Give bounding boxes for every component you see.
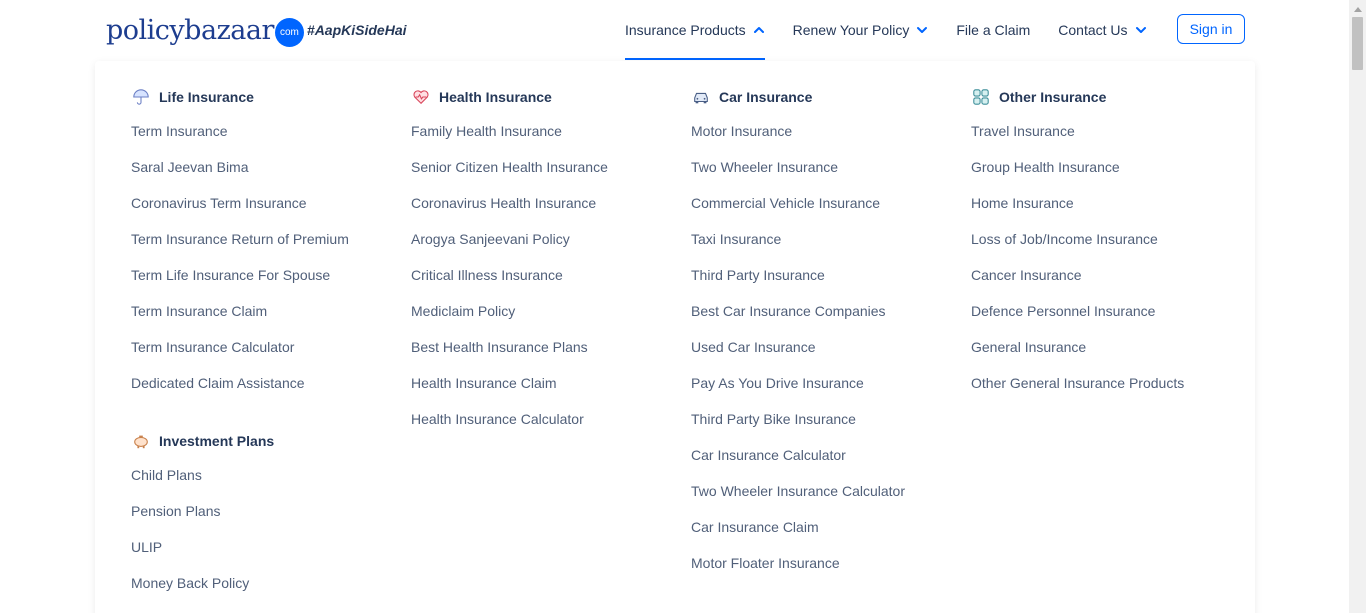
menu-link[interactable]: Motor Floater Insurance <box>691 545 961 581</box>
insurance-products-menu: Life Insurance Term Insurance Saral Jeeva… <box>95 61 1255 613</box>
heart-pulse-icon <box>411 87 431 107</box>
menu-link[interactable]: Cancer Insurance <box>971 257 1241 293</box>
page-scrollbar[interactable] <box>1349 0 1366 613</box>
menu-link[interactable]: Senior Citizen Health Insurance <box>411 149 681 185</box>
menu-column-other: Other Insurance Travel Insurance Group He… <box>971 61 1241 401</box>
menu-link[interactable]: Group Health Insurance <box>971 149 1241 185</box>
menu-link[interactable]: Coronavirus Health Insurance <box>411 185 681 221</box>
menu-link[interactable]: Term Insurance Calculator <box>131 329 401 365</box>
nav-contact-us[interactable]: Contact Us <box>1058 0 1146 60</box>
menu-link[interactable]: Taxi Insurance <box>691 221 961 257</box>
menu-link[interactable]: Coronavirus Term Insurance <box>131 185 401 221</box>
brand-suffix-badge: com <box>274 17 304 47</box>
nav-insurance-products[interactable]: Insurance Products <box>625 0 765 60</box>
grid-icon <box>971 87 991 107</box>
menu-link[interactable]: Term Insurance <box>131 113 401 149</box>
menu-link[interactable]: Commercial Vehicle Insurance <box>691 185 961 221</box>
car-icon <box>691 87 711 107</box>
menu-link[interactable]: Pension Plans <box>131 493 401 529</box>
menu-link[interactable]: Health Insurance Claim <box>411 365 681 401</box>
health-links-list: Family Health Insurance Senior Citizen He… <box>411 113 681 437</box>
menu-link[interactable]: General Insurance <box>971 329 1241 365</box>
chevron-down-icon <box>916 24 928 36</box>
scrollbar-thumb[interactable] <box>1352 17 1363 70</box>
piggy-bank-icon <box>131 431 151 451</box>
menu-column-car: Car Insurance Motor Insurance Two Wheeler… <box>691 61 961 581</box>
menu-link[interactable]: ULIP <box>131 529 401 565</box>
menu-link[interactable]: Car Insurance Claim <box>691 509 961 545</box>
menu-link[interactable]: Dedicated Claim Assistance <box>131 365 401 401</box>
menu-link[interactable]: Loss of Job/Income Insurance <box>971 221 1241 257</box>
menu-link[interactable]: Two Wheeler Insurance Calculator <box>691 473 961 509</box>
menu-link[interactable]: Travel Insurance <box>971 113 1241 149</box>
menu-link[interactable]: Health Insurance Calculator <box>411 401 681 437</box>
brand-name: policybazaar <box>106 14 274 46</box>
nav-renew-policy[interactable]: Renew Your Policy <box>793 0 929 60</box>
menu-link[interactable]: Third Party Insurance <box>691 257 961 293</box>
menu-column-life: Life Insurance Term Insurance Saral Jeeva… <box>131 61 401 601</box>
group-title: Other Insurance <box>999 89 1107 105</box>
menu-link[interactable]: Best Car Insurance Companies <box>691 293 961 329</box>
menu-column-health: Health Insurance Family Health Insurance… <box>411 61 681 437</box>
menu-link[interactable]: Critical Illness Insurance <box>411 257 681 293</box>
car-links-list: Motor Insurance Two Wheeler Insurance Comm… <box>691 113 961 581</box>
chevron-up-icon <box>753 24 765 36</box>
menu-link[interactable]: Saral Jeevan Bima <box>131 149 401 185</box>
group-heading-investment-plans[interactable]: Investment Plans <box>131 431 401 451</box>
nav-label: File a Claim <box>956 22 1031 38</box>
menu-link[interactable]: Term Insurance Return of Premium <box>131 221 401 257</box>
nav-label: Insurance Products <box>625 22 746 38</box>
menu-link[interactable]: Home Insurance <box>971 185 1241 221</box>
group-title: Investment Plans <box>159 433 275 449</box>
group-title: Life Insurance <box>159 89 254 105</box>
main-nav: Insurance Products Renew Your Policy Fil… <box>625 0 1175 60</box>
nav-file-claim[interactable]: File a Claim <box>956 0 1030 60</box>
menu-link[interactable]: Third Party Bike Insurance <box>691 401 961 437</box>
group-title: Health Insurance <box>439 89 552 105</box>
menu-link[interactable]: Money Back Policy <box>131 565 401 601</box>
other-links-list: Travel Insurance Group Health Insurance Ho… <box>971 113 1241 401</box>
group-title: Car Insurance <box>719 89 813 105</box>
group-heading-life-insurance[interactable]: Life Insurance <box>131 87 401 107</box>
menu-link[interactable]: Two Wheeler Insurance <box>691 149 961 185</box>
menu-link[interactable]: Child Plans <box>131 457 401 493</box>
group-heading-other-insurance[interactable]: Other Insurance <box>971 87 1241 107</box>
chevron-down-icon <box>1135 24 1147 36</box>
menu-link[interactable]: Best Health Insurance Plans <box>411 329 681 365</box>
menu-link[interactable]: Other General Insurance Products <box>971 365 1241 401</box>
group-heading-car-insurance[interactable]: Car Insurance <box>691 87 961 107</box>
scroll-up-arrow-icon[interactable] <box>1349 0 1366 17</box>
menu-link[interactable]: Car Insurance Calculator <box>691 437 961 473</box>
menu-link[interactable]: Mediclaim Policy <box>411 293 681 329</box>
menu-link[interactable]: Motor Insurance <box>691 113 961 149</box>
menu-link[interactable]: Term Insurance Claim <box>131 293 401 329</box>
brand-tagline: #AapKiSideHai <box>306 22 407 38</box>
menu-link[interactable]: Arogya Sanjeevani Policy <box>411 221 681 257</box>
nav-label: Renew Your Policy <box>792 22 910 38</box>
menu-link[interactable]: Defence Personnel Insurance <box>971 293 1241 329</box>
investment-links-list: Child Plans Pension Plans ULIP Money Back P… <box>131 457 401 601</box>
site-header: policybazaar com #AapKiSideHai Insurance… <box>0 0 1349 60</box>
group-heading-health-insurance[interactable]: Health Insurance <box>411 87 681 107</box>
menu-link[interactable]: Family Health Insurance <box>411 113 681 149</box>
brand-logo[interactable]: policybazaar com #AapKiSideHai <box>106 12 407 48</box>
life-links-list: Term Insurance Saral Jeevan Bima Coronavir… <box>131 113 401 401</box>
nav-label: Contact Us <box>1058 22 1128 38</box>
umbrella-icon <box>131 87 151 107</box>
sign-in-button[interactable]: Sign in <box>1177 14 1245 44</box>
menu-link[interactable]: Used Car Insurance <box>691 329 961 365</box>
menu-link[interactable]: Term Life Insurance For Spouse <box>131 257 401 293</box>
menu-link[interactable]: Pay As You Drive Insurance <box>691 365 961 401</box>
